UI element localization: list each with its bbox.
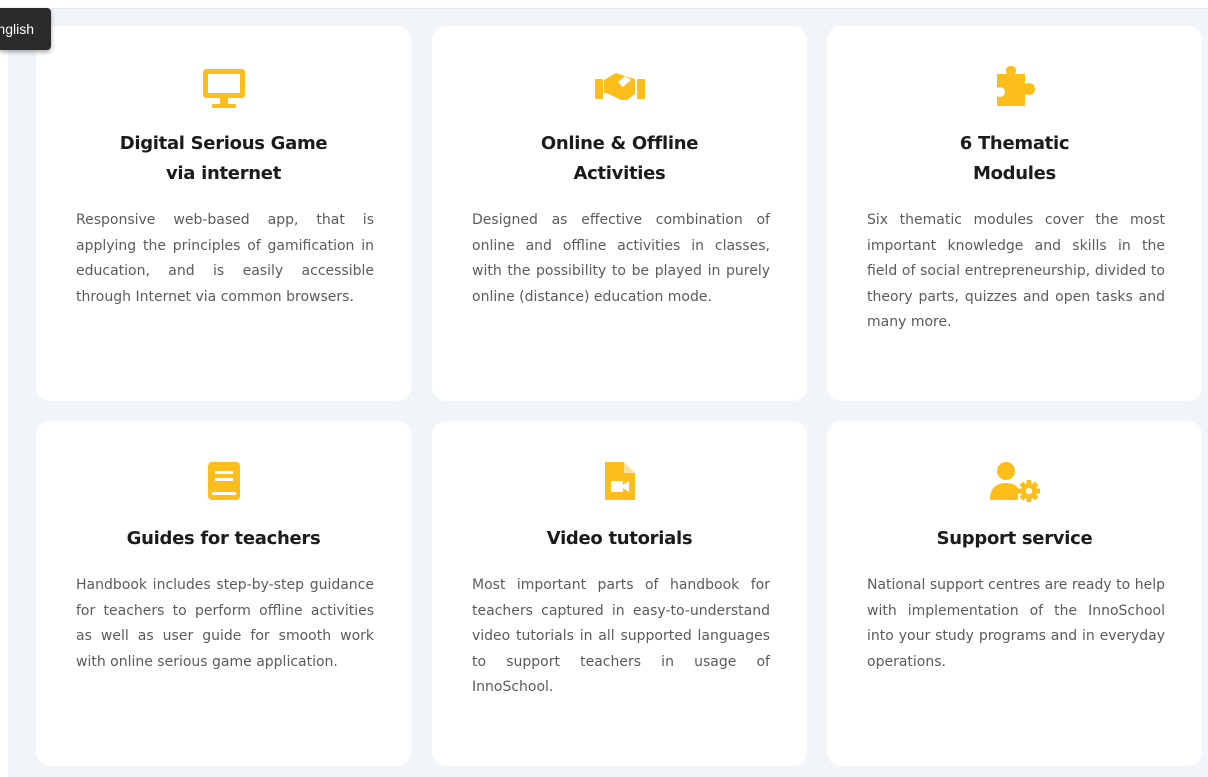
video-file-icon bbox=[601, 459, 639, 503]
feature-description: Designed as effective combination of onl… bbox=[472, 212, 770, 305]
language-switcher-label: English bbox=[0, 21, 34, 37]
monitor-icon bbox=[199, 66, 249, 110]
feature-card-guides: Guides for teachers Handbook includes st… bbox=[36, 421, 411, 766]
features-section: Digital Serious Game via internet Respon… bbox=[8, 8, 1208, 777]
feature-title: Online & Offline Activities bbox=[540, 133, 699, 184]
feature-title: Video tutorials bbox=[546, 528, 693, 549]
feature-card-video-tutorials: Video tutorials Most important parts of … bbox=[432, 421, 807, 766]
language-switcher[interactable]: English bbox=[0, 8, 51, 50]
feature-card-online-offline: Online & Offline Activities Designed as … bbox=[432, 26, 807, 401]
puzzle-piece-icon bbox=[990, 63, 1040, 111]
book-icon bbox=[204, 459, 244, 503]
feature-description: Handbook includes step-by-step guidance … bbox=[76, 577, 374, 670]
feature-title: Digital Serious Game via internet bbox=[119, 133, 328, 184]
feature-card-digital-game: Digital Serious Game via internet Respon… bbox=[36, 26, 411, 401]
feature-description: Six thematic modules cover the most impo… bbox=[867, 212, 1165, 330]
handshake-icon bbox=[593, 66, 647, 106]
feature-title: Guides for teachers bbox=[126, 528, 321, 549]
feature-description: Most important parts of handbook for tea… bbox=[472, 577, 770, 695]
feature-card-support: Support service National support centres… bbox=[827, 421, 1202, 766]
feature-title: Support service bbox=[936, 528, 1093, 549]
user-gear-icon bbox=[987, 459, 1043, 503]
feature-description: National support centres are ready to he… bbox=[867, 577, 1165, 670]
feature-card-thematic-modules: 6 Thematic Modules Six thematic modules … bbox=[827, 26, 1202, 401]
feature-title: 6 Thematic Modules bbox=[959, 133, 1070, 184]
feature-description: Responsive web-based app, that is applyi… bbox=[76, 212, 374, 305]
